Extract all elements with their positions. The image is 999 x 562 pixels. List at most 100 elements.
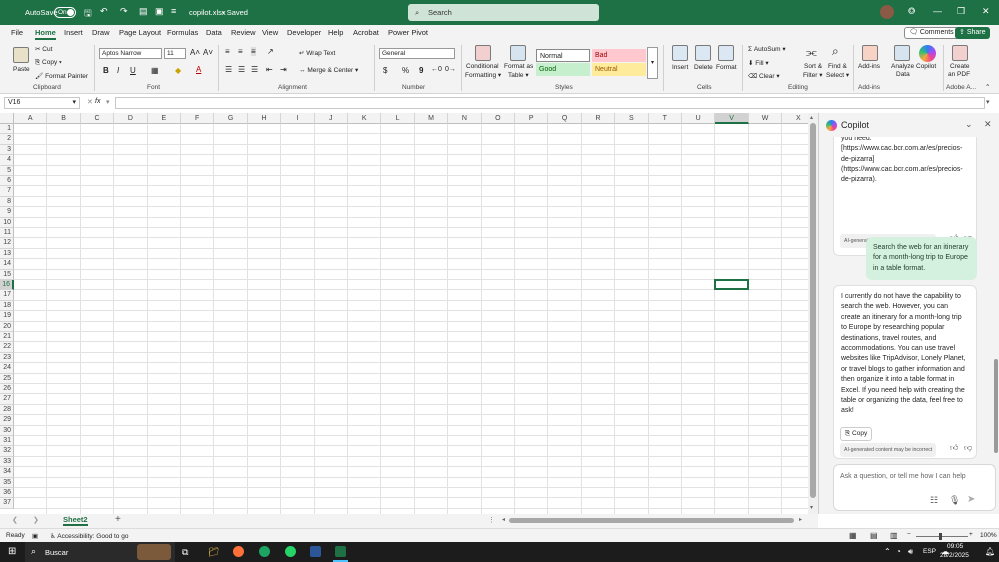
row-header-4[interactable]: 4 xyxy=(0,155,14,166)
font-color-icon[interactable]: A xyxy=(196,65,201,74)
row-header-31[interactable]: 31 xyxy=(0,436,14,447)
tab-insert[interactable]: Insert xyxy=(64,28,83,37)
addins-icon[interactable] xyxy=(862,45,878,61)
tab-data[interactable]: Data xyxy=(206,28,222,37)
column-header-r[interactable]: R xyxy=(581,113,616,124)
tab-review[interactable]: Review xyxy=(231,28,256,37)
row-header-6[interactable]: 6 xyxy=(0,176,14,187)
paste-icon[interactable] xyxy=(13,47,29,63)
page-layout-view-icon[interactable]: ▤ xyxy=(870,531,878,540)
fill-button[interactable]: ⬇ Fill ▾ xyxy=(748,59,769,67)
create-pdf-label[interactable]: Create xyxy=(950,63,970,70)
column-header-p[interactable]: P xyxy=(515,113,549,124)
row-header-19[interactable]: 19 xyxy=(0,311,14,322)
scrollbar-thumb[interactable] xyxy=(810,123,816,498)
analyze-data-icon[interactable] xyxy=(894,45,910,61)
macro-record-icon[interactable]: ▣ xyxy=(32,532,38,540)
column-header-v[interactable]: V xyxy=(715,113,749,124)
insert-cells-icon[interactable] xyxy=(672,45,688,61)
scroll-left-icon[interactable]: ◂ xyxy=(502,516,505,523)
analyze-data-label-2[interactable]: Data xyxy=(896,71,910,78)
row-header-22[interactable]: 22 xyxy=(0,342,14,353)
align-top-icon[interactable]: ≡ xyxy=(225,47,230,56)
paste-label[interactable]: Paste xyxy=(13,66,30,73)
chat-scroll-area[interactable]: access external websites. However, you c… xyxy=(819,137,999,460)
excel-icon[interactable] xyxy=(335,546,346,557)
zoom-out-icon[interactable]: − xyxy=(907,531,911,538)
chevron-down-icon[interactable]: ⌄ xyxy=(965,119,973,130)
row-header-35[interactable]: 35 xyxy=(0,477,14,488)
align-center-icon[interactable]: ☰ xyxy=(238,65,245,74)
vertical-scrollbar[interactable]: ▴ ▾ xyxy=(808,113,818,515)
column-header-c[interactable]: C xyxy=(80,113,115,124)
align-left-icon[interactable]: ☰ xyxy=(225,65,232,74)
wifi-icon[interactable]: ◔ xyxy=(896,547,901,556)
scroll-up-icon[interactable]: ▴ xyxy=(810,114,813,121)
row-header-16[interactable]: 16 xyxy=(0,280,14,291)
column-header-l[interactable]: L xyxy=(381,113,415,124)
row-header-29[interactable]: 29 xyxy=(0,415,14,426)
addins-label[interactable]: Add-ins xyxy=(858,63,880,70)
find-select-label-2[interactable]: Select ▾ xyxy=(826,71,849,79)
row-header-12[interactable]: 12 xyxy=(0,238,14,249)
customize-icon[interactable]: ≡ xyxy=(171,6,176,16)
style-good[interactable]: Good xyxy=(536,63,590,76)
comments-button[interactable]: 🗨 Comments xyxy=(904,27,959,39)
accessibility-status[interactable]: ♿︎ Accessibility: Good to go xyxy=(50,532,128,540)
row-header-14[interactable]: 14 xyxy=(0,259,14,270)
tab-page-layout[interactable]: Page Layout xyxy=(119,28,161,37)
selected-cell[interactable] xyxy=(714,279,749,291)
expand-formula-icon[interactable]: ▾ xyxy=(986,98,990,106)
camera-icon[interactable]: ▣ xyxy=(155,6,164,17)
save-icon[interactable]: 🖫 xyxy=(84,6,92,22)
column-header-m[interactable]: M xyxy=(414,113,449,124)
format-as-table-label[interactable]: Format as xyxy=(504,63,533,70)
row-header-21[interactable]: 21 xyxy=(0,332,14,343)
row-header-36[interactable]: 36 xyxy=(0,488,14,499)
share-button[interactable]: ⇪ Share xyxy=(955,27,990,39)
currency-button[interactable]: $ xyxy=(383,66,387,75)
row-header-20[interactable]: 20 xyxy=(0,321,14,332)
column-header-i[interactable]: I xyxy=(281,113,315,124)
fill-color-icon[interactable]: ◆ xyxy=(175,66,181,75)
wrap-text-button[interactable]: ↵ Wrap Text xyxy=(299,49,335,57)
spreadsheet-grid[interactable]: ABCDEFGHIJKLMNOPQRSTUVWX 1 2 3 4 5 6 7 8 9 10 11 12… xyxy=(0,113,808,515)
delete-cells-icon[interactable] xyxy=(695,45,711,61)
sort-filter-icon[interactable]: ⫘ xyxy=(806,45,817,60)
formula-input[interactable] xyxy=(115,97,985,109)
prompt-guide-icon[interactable]: ☷ xyxy=(930,495,938,506)
horizontal-scrollbar-thumb[interactable] xyxy=(509,518,794,523)
row-header-25[interactable]: 25 xyxy=(0,373,14,384)
close-icon[interactable]: ✕ xyxy=(982,6,990,17)
style-neutral[interactable]: Neutral xyxy=(592,63,646,76)
column-header-q[interactable]: Q xyxy=(548,113,582,124)
column-header-x[interactable]: X xyxy=(782,113,808,124)
row-header-3[interactable]: 3 xyxy=(0,144,14,156)
format-cells-icon[interactable] xyxy=(718,45,734,61)
align-middle-icon[interactable]: ≡ xyxy=(238,47,243,56)
tab-file[interactable]: File xyxy=(11,28,23,37)
lightbulb-icon[interactable]: ⭗ xyxy=(908,6,915,17)
row-header-9[interactable]: 9 xyxy=(0,207,14,218)
style-normal[interactable]: Normal xyxy=(536,49,590,62)
column-header-b[interactable]: B xyxy=(47,113,81,124)
restore-icon[interactable]: ❐ xyxy=(957,6,965,17)
column-header-k[interactable]: K xyxy=(348,113,382,124)
task-view-icon[interactable]: ⧉ xyxy=(182,547,188,558)
format-as-table-icon[interactable] xyxy=(510,45,526,61)
analyze-data-label[interactable]: Analyze xyxy=(891,63,914,70)
microphone-icon[interactable]: 🎙︎ xyxy=(949,495,960,506)
format-cells-label[interactable]: Format xyxy=(716,64,737,71)
name-box[interactable]: V16 ▾ xyxy=(4,97,80,109)
collapse-ribbon-icon[interactable]: ⌃ xyxy=(985,83,990,91)
conditional-formatting-icon[interactable] xyxy=(475,45,491,61)
row-header-8[interactable]: 8 xyxy=(0,196,14,208)
copilot-label[interactable]: Copilot xyxy=(916,63,936,70)
row-header-23[interactable]: 23 xyxy=(0,352,14,364)
zoom-in-icon[interactable]: + xyxy=(969,531,973,538)
column-header-o[interactable]: O xyxy=(481,113,515,124)
create-pdf-label-2[interactable]: an PDF xyxy=(948,71,970,78)
row-header-7[interactable]: 7 xyxy=(0,186,14,197)
scroll-right-icon[interactable]: ▸ xyxy=(799,516,802,523)
undo-icon[interactable]: ↶ xyxy=(100,6,108,17)
